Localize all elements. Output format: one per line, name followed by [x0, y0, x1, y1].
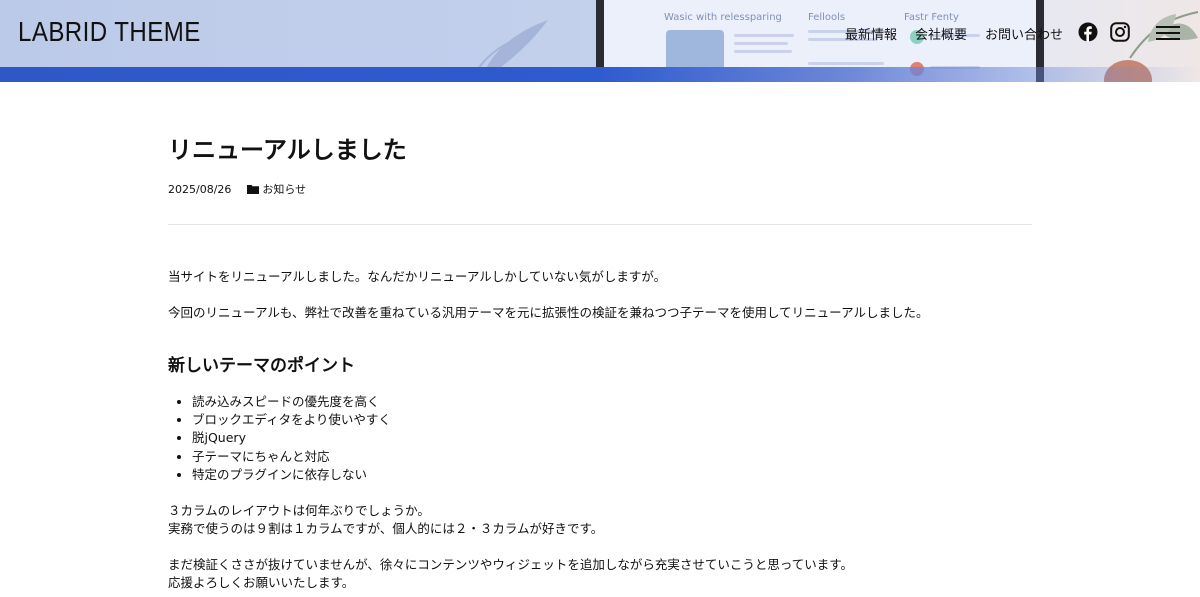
hero-line	[734, 42, 788, 45]
list-item: 読み込みスピードの優先度を高く	[192, 393, 391, 411]
instagram-icon[interactable]	[1110, 22, 1130, 42]
list-item: 子テーマにちゃんと対応	[192, 448, 391, 466]
hero-text: Fastr Fenty	[904, 12, 959, 23]
hero-text: Fellools	[808, 12, 846, 23]
nav-item-contact[interactable]: お問い合わせ	[985, 24, 1063, 43]
hero-line	[734, 34, 794, 37]
meta-divider	[168, 224, 1032, 225]
list-item: 特定のプラグインに依存しない	[192, 466, 391, 484]
hamburger-menu-icon[interactable]	[1156, 24, 1182, 42]
post-date: 2025/08/26	[168, 182, 232, 196]
hero-blue-band	[0, 67, 1200, 82]
paragraph-line: 実務で使うのは９割は１カラムですが、個人的には２・３カラムが好きです。	[168, 521, 604, 536]
feature-list: 読み込みスピードの優先度を高く ブロックエディタをより使いやすく 脱jQuery…	[192, 393, 391, 484]
paragraph: 今回のリニューアルも、弊社で改善を重ねている汎用テーマを元に拡張性の検証を兼ねつ…	[168, 305, 929, 320]
paragraph-line: まだ検証くささが抜けていませんが、徐々にコンテンツやウィジェットを追加しながら充…	[168, 557, 854, 572]
article-title: リニューアルしました	[168, 136, 407, 164]
nav-item-news[interactable]: 最新情報	[845, 24, 897, 43]
paragraph: 当サイトをリニューアルしました。なんだかリニューアルしかしていない気がしますが。	[168, 269, 667, 284]
site-logo[interactable]: LABRID THEME	[18, 16, 201, 48]
hero-text: Wasic with relessparing	[664, 12, 782, 23]
category-label: お知らせ	[262, 183, 307, 196]
paragraph-line: ３カラムのレイアウトは何年ぶりでしょうか。	[168, 503, 430, 518]
social-links	[1078, 22, 1130, 42]
list-item: ブロックエディタをより使いやすく	[192, 411, 391, 429]
section-heading: 新しいテーマのポイント	[168, 356, 355, 376]
global-nav: 最新情報 会社概要 お問い合わせ	[845, 24, 1081, 43]
folder-icon	[247, 185, 260, 194]
facebook-icon[interactable]	[1078, 22, 1098, 42]
list-item: 脱jQuery	[192, 429, 391, 447]
site-header: Wasic with relessparing Fellools Fastr F…	[0, 0, 1200, 82]
post-category[interactable]: お知らせ	[247, 181, 306, 197]
hero-line	[808, 62, 884, 65]
article-meta: 2025/08/26 お知らせ	[168, 181, 306, 197]
paragraph-line: 応援よろしくお願いいたします。	[168, 575, 355, 590]
hero-line	[734, 50, 792, 53]
nav-item-company[interactable]: 会社概要	[915, 24, 967, 43]
